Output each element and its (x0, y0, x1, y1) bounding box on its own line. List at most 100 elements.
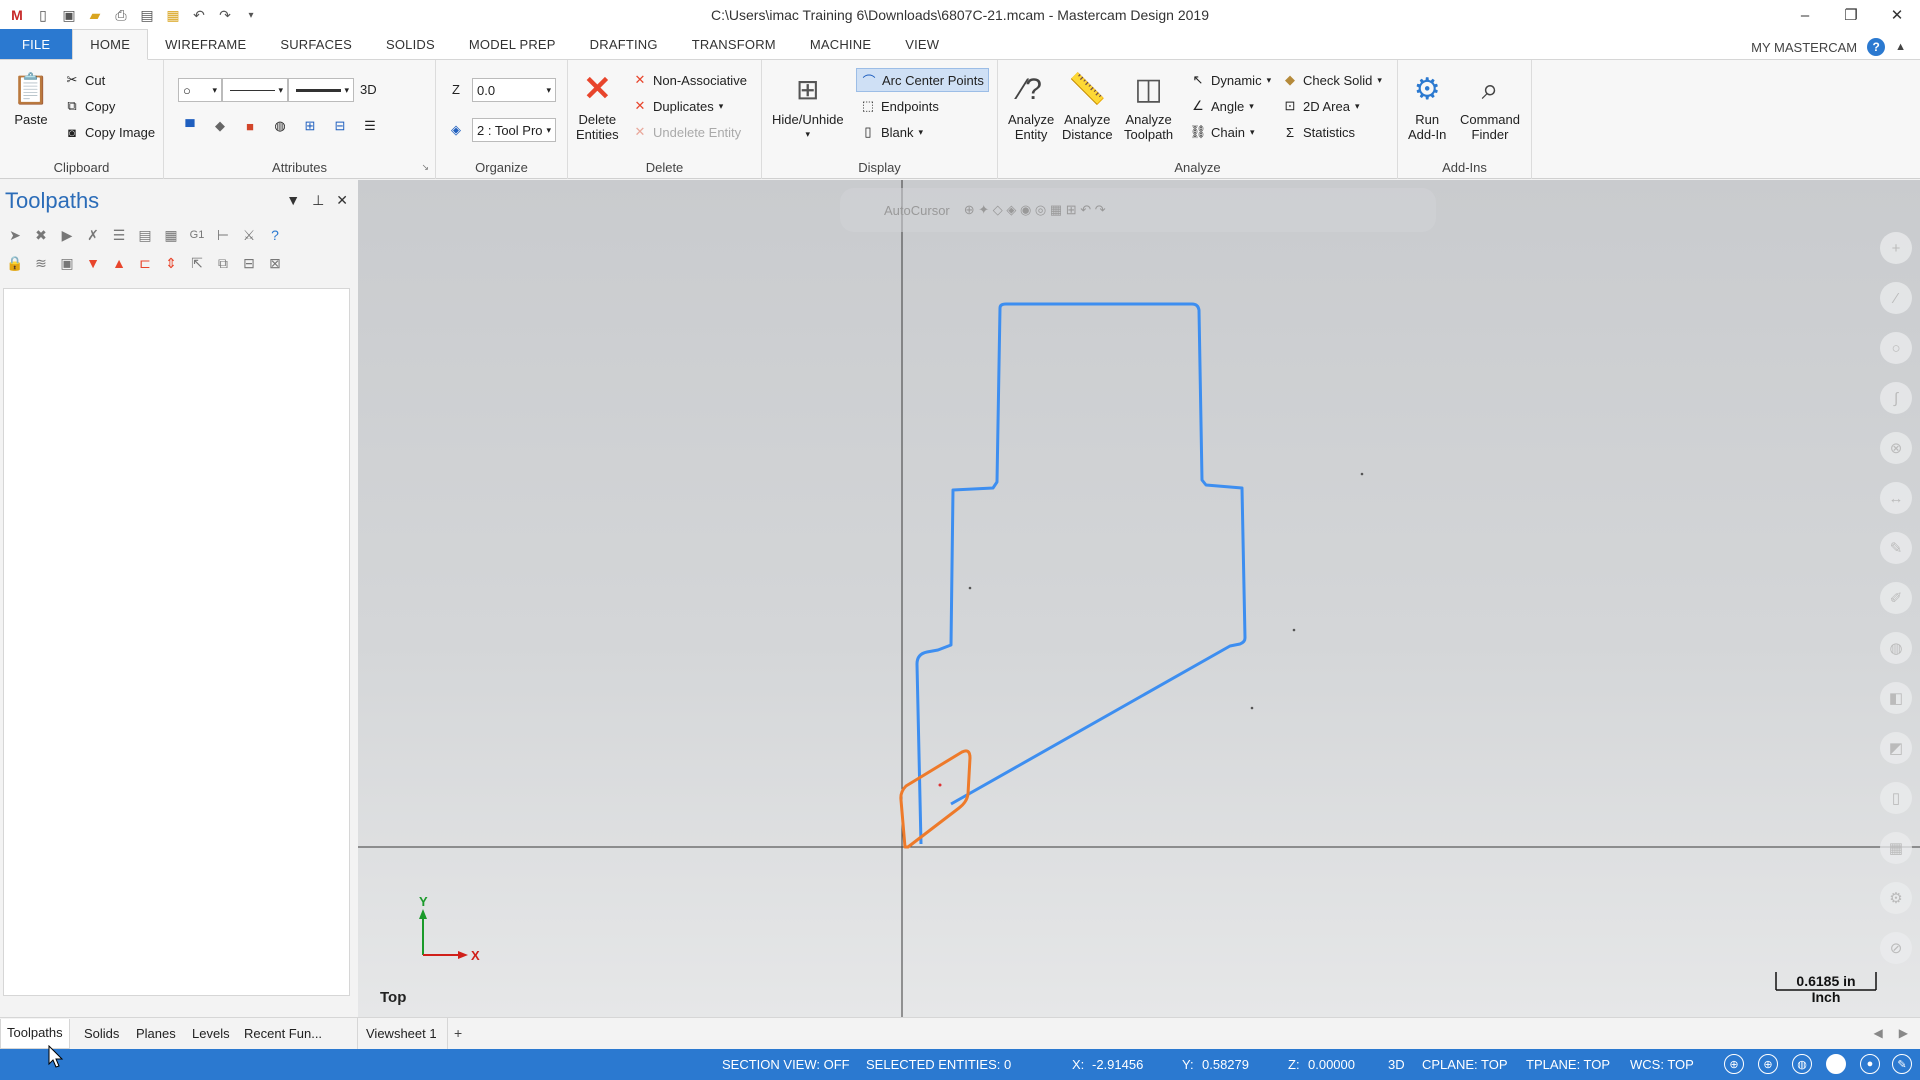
tab-model-prep[interactable]: MODEL PREP (452, 29, 573, 59)
mode-status[interactable]: 3D (1388, 1057, 1405, 1072)
toggle-display-icon[interactable]: ≋ (32, 254, 50, 272)
analyze-entity-button[interactable]: ⁄? Analyze Entity (1008, 70, 1054, 142)
delete-entities-button[interactable]: ✕ Delete Entities (576, 70, 619, 143)
scroll-left-icon[interactable]: ◀ (1874, 1026, 1883, 1040)
analyze-toolpath-button[interactable]: ◫ Analyze Toolpath (1124, 70, 1173, 142)
undo-icon[interactable]: ↶ (188, 4, 210, 26)
plus-icon[interactable]: + (1880, 232, 1912, 264)
tab-file[interactable]: FILE (0, 29, 73, 59)
new-file-icon[interactable]: ▯ (32, 4, 54, 26)
cplane-status[interactable]: CPLANE: TOP (1422, 1057, 1508, 1072)
my-mastercam-link[interactable]: MY MASTERCAM (1751, 40, 1857, 55)
non-associative-button[interactable]: ✕ Non-Associative (632, 72, 747, 88)
wireframe-globe-icon[interactable]: ⊕ (1758, 1054, 1778, 1074)
tab-home[interactable]: HOME (72, 29, 149, 60)
tplane-status[interactable]: TPLANE: TOP (1526, 1057, 1610, 1072)
collapse-ribbon-icon[interactable]: ▲ (1895, 41, 1906, 53)
select-failed-icon[interactable]: ▶ (58, 226, 76, 244)
set-attributes-icon[interactable]: ⊟ (332, 118, 348, 134)
lock-icon[interactable]: 🔒 (6, 254, 24, 272)
restore-icon[interactable]: ❐ (1828, 0, 1874, 30)
move-down-icon[interactable]: ▼ (84, 254, 102, 272)
close-icon[interactable]: ✕ (1874, 0, 1920, 30)
tab-surfaces[interactable]: SURFACES (263, 29, 369, 59)
shaded-sphere-icon[interactable] (1826, 1054, 1846, 1074)
solid-color-icon[interactable]: ◆ (212, 118, 228, 134)
panel-menu-chevron-icon[interactable]: ▼ (286, 192, 300, 209)
wcs-status[interactable]: WCS: TOP (1630, 1057, 1694, 1072)
mastercam-logo-icon[interactable]: M (6, 4, 28, 26)
pencil-icon[interactable]: ✎ (1880, 532, 1912, 564)
pencil-edit-icon[interactable]: ✎ (1892, 1054, 1912, 1074)
dialog-launcher-icon[interactable]: ↘ (421, 162, 429, 173)
verify-icon[interactable]: ⊢ (214, 226, 232, 244)
save-as-icon[interactable]: ▤ (136, 4, 158, 26)
autocursor-label[interactable]: AutoCursor (884, 203, 950, 218)
tab-recent-functions[interactable]: Recent Fun... (244, 1026, 322, 1041)
z-depth-input[interactable]: 0.0 ▾ (472, 78, 556, 102)
line-icon[interactable]: ⁄ (1880, 282, 1912, 314)
hide-unhide-button[interactable]: ⊞ Hide/Unhide ▾ (772, 70, 844, 142)
set-all-icon[interactable]: ⊞ (302, 118, 318, 134)
shaded-globe-icon[interactable]: ◍ (1792, 1054, 1812, 1074)
tab-solids-manager[interactable]: Solids (84, 1026, 119, 1041)
help-circle-icon[interactable]: ? (266, 226, 284, 244)
graphics-viewport[interactable]: YX AutoCursor ⊕ ✦ ◇ ◈ ◉ ◎ ▦ ⊞ ↶ ↷ + ⁄ ○ … (358, 180, 1920, 1017)
chain-button[interactable]: ⛓ Chain ▾ (1190, 124, 1255, 140)
command-finder-button[interactable]: ⌕ Command Finder (1460, 70, 1520, 142)
mode-3d-toggle[interactable]: 3D (360, 82, 377, 97)
save-icon[interactable]: ▣ (58, 4, 80, 26)
expand-collapse-icon[interactable]: ⇕ (162, 254, 180, 272)
layers-icon[interactable]: ◩ (1880, 732, 1912, 764)
tool-path-icon[interactable]: ⇱ (188, 254, 206, 272)
insert-arrow-icon[interactable]: ⊏ (136, 254, 154, 272)
simulate-icon[interactable]: ⚔ (240, 226, 258, 244)
run-addin-button[interactable]: ⚙ Run Add-In (1408, 70, 1446, 142)
duplicates-button[interactable]: ✕ Duplicates ▾ (632, 98, 724, 114)
panel-close-icon[interactable]: ✕ (336, 192, 348, 209)
translucency-icon[interactable]: ● (1860, 1054, 1880, 1074)
regenerate-dirty-icon[interactable]: ▤ (136, 226, 154, 244)
dimension-icon[interactable]: ↔ (1880, 482, 1912, 514)
move-up-icon[interactable]: ▲ (110, 254, 128, 272)
add-viewsheet-icon[interactable]: + (454, 1025, 462, 1041)
line-width-select[interactable]: ▾ (288, 78, 354, 102)
g1-icon[interactable]: G1 (188, 226, 206, 244)
dynamic-button[interactable]: ↖ Dynamic ▾ (1190, 72, 1272, 88)
print-icon[interactable]: ⎙ (110, 4, 132, 26)
copy-button[interactable]: ⧉ Copy (64, 98, 115, 114)
analyze-distance-button[interactable]: 📏 Analyze Distance (1062, 70, 1113, 142)
level-select[interactable]: 2 : Tool Pro ▾ (472, 118, 556, 142)
check-solid-button[interactable]: ◆ Check Solid ▾ (1282, 72, 1382, 88)
brush-icon[interactable]: ✐ (1880, 582, 1912, 614)
blank-button[interactable]: ▯ Blank ▾ (860, 124, 923, 140)
tab-drafting[interactable]: DRAFTING (573, 29, 675, 59)
undelete-entity-button[interactable]: ✕ Undelete Entity (632, 124, 742, 140)
tab-transform[interactable]: TRANSFORM (675, 29, 793, 59)
toolpath-tree[interactable] (3, 288, 350, 996)
tab-wireframe[interactable]: WIREFRAME (148, 29, 263, 59)
gear-icon[interactable]: ⚙ (1880, 882, 1912, 914)
section-view-status[interactable]: SECTION VIEW: OFF (722, 1057, 850, 1072)
tab-levels-manager[interactable]: Levels (192, 1026, 230, 1041)
scroll-right-icon[interactable]: ▶ (1899, 1026, 1908, 1040)
merge-icon[interactable]: ▦ (162, 4, 184, 26)
statistics-button[interactable]: Σ Statistics (1282, 124, 1355, 140)
area-2d-button[interactable]: ⊡ 2D Area ▾ (1282, 98, 1360, 114)
minimize-icon[interactable]: – (1782, 0, 1828, 30)
pin-icon[interactable]: ⊥ (312, 192, 324, 209)
deselect-icon[interactable]: ✖ (32, 226, 50, 244)
angle-button[interactable]: ∠ Angle ▾ (1190, 98, 1254, 114)
endpoints-toggle[interactable]: ⬚ Endpoints (860, 98, 939, 114)
customize-chevron-icon[interactable]: ▾ (240, 4, 262, 26)
viewsheet-tab[interactable]: Viewsheet 1 (357, 1018, 448, 1050)
settings-icon[interactable]: ⊠ (266, 254, 284, 272)
cut-button[interactable]: ✂ Cut (64, 72, 106, 88)
levels-icon[interactable]: ◈ (448, 122, 464, 138)
face-icon[interactable]: ◧ (1880, 682, 1912, 714)
backplot-icon[interactable]: ▦ (162, 226, 180, 244)
line-style-select[interactable]: ▾ (222, 78, 288, 102)
cancel-icon[interactable]: ⊘ (1880, 932, 1912, 964)
select-all-icon[interactable]: ➤ (6, 226, 24, 244)
tab-view[interactable]: VIEW (888, 29, 956, 59)
